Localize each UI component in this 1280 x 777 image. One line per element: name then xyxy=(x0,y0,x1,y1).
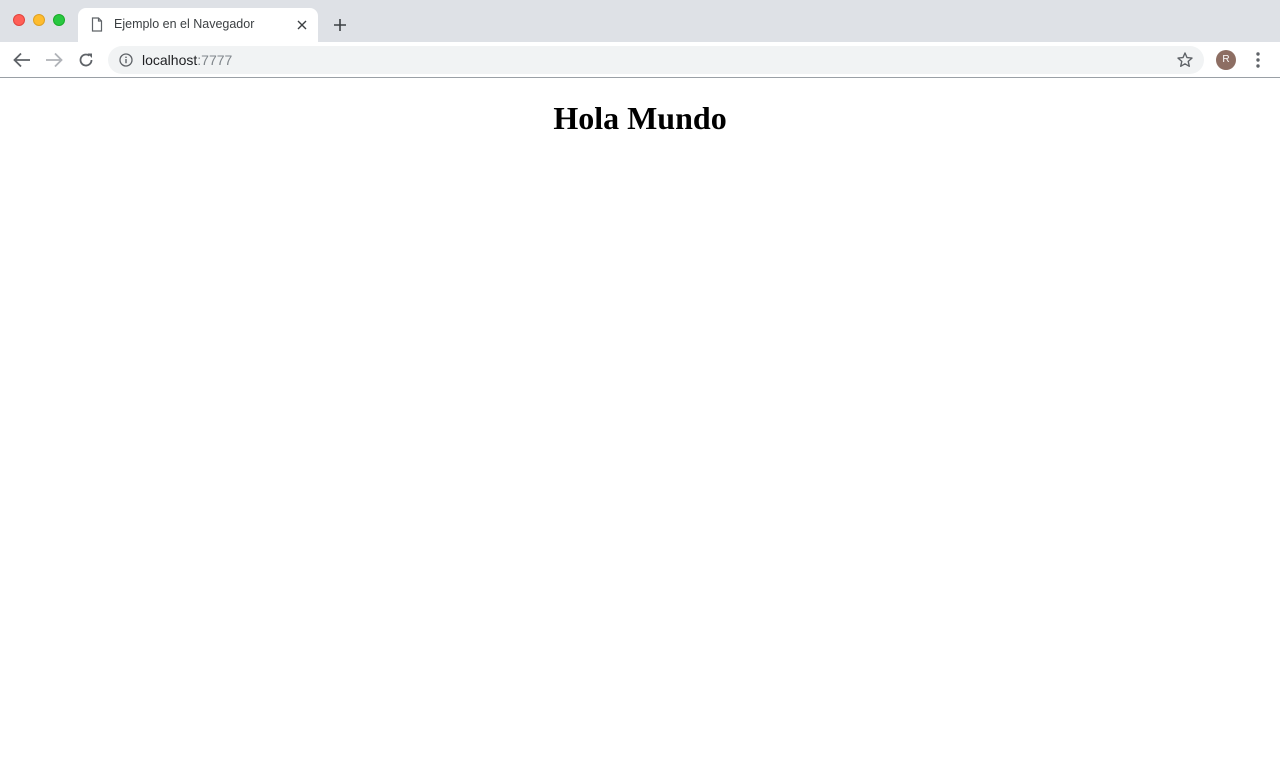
toolbar: localhost:7777 R xyxy=(0,42,1280,78)
window-close-button[interactable] xyxy=(13,14,25,26)
arrow-left-icon xyxy=(13,52,30,68)
more-menu-icon[interactable] xyxy=(1250,50,1266,70)
tab-active[interactable]: Ejemplo en el Navegador xyxy=(78,8,318,42)
arrow-right-icon xyxy=(46,52,63,68)
tab-close-icon[interactable] xyxy=(294,17,310,33)
url-host: localhost xyxy=(142,52,198,68)
plus-icon xyxy=(334,19,346,31)
url-text[interactable]: localhost:7777 xyxy=(142,52,232,68)
new-tab-button[interactable] xyxy=(330,15,350,35)
browser-window: Ejemplo en el Navegador localhost:7777 R… xyxy=(0,0,1280,777)
window-maximize-button[interactable] xyxy=(53,14,65,26)
reload-icon xyxy=(79,53,93,67)
bookmark-star-icon[interactable] xyxy=(1176,51,1194,69)
url-port: :7777 xyxy=(197,52,233,68)
tab-strip: Ejemplo en el Navegador xyxy=(0,0,1280,42)
profile-avatar[interactable]: R xyxy=(1216,50,1236,70)
info-icon[interactable] xyxy=(119,53,133,67)
reload-button[interactable] xyxy=(76,50,96,70)
address-bar[interactable]: localhost:7777 xyxy=(108,46,1204,74)
page-heading: Hola Mundo xyxy=(553,100,727,136)
back-button[interactable] xyxy=(12,50,32,70)
document-icon xyxy=(91,17,103,32)
window-minimize-button[interactable] xyxy=(33,14,45,26)
tab-title: Ejemplo en el Navegador xyxy=(114,17,255,31)
page-content: Hola Mundo xyxy=(0,79,1280,777)
forward-button[interactable] xyxy=(44,50,64,70)
